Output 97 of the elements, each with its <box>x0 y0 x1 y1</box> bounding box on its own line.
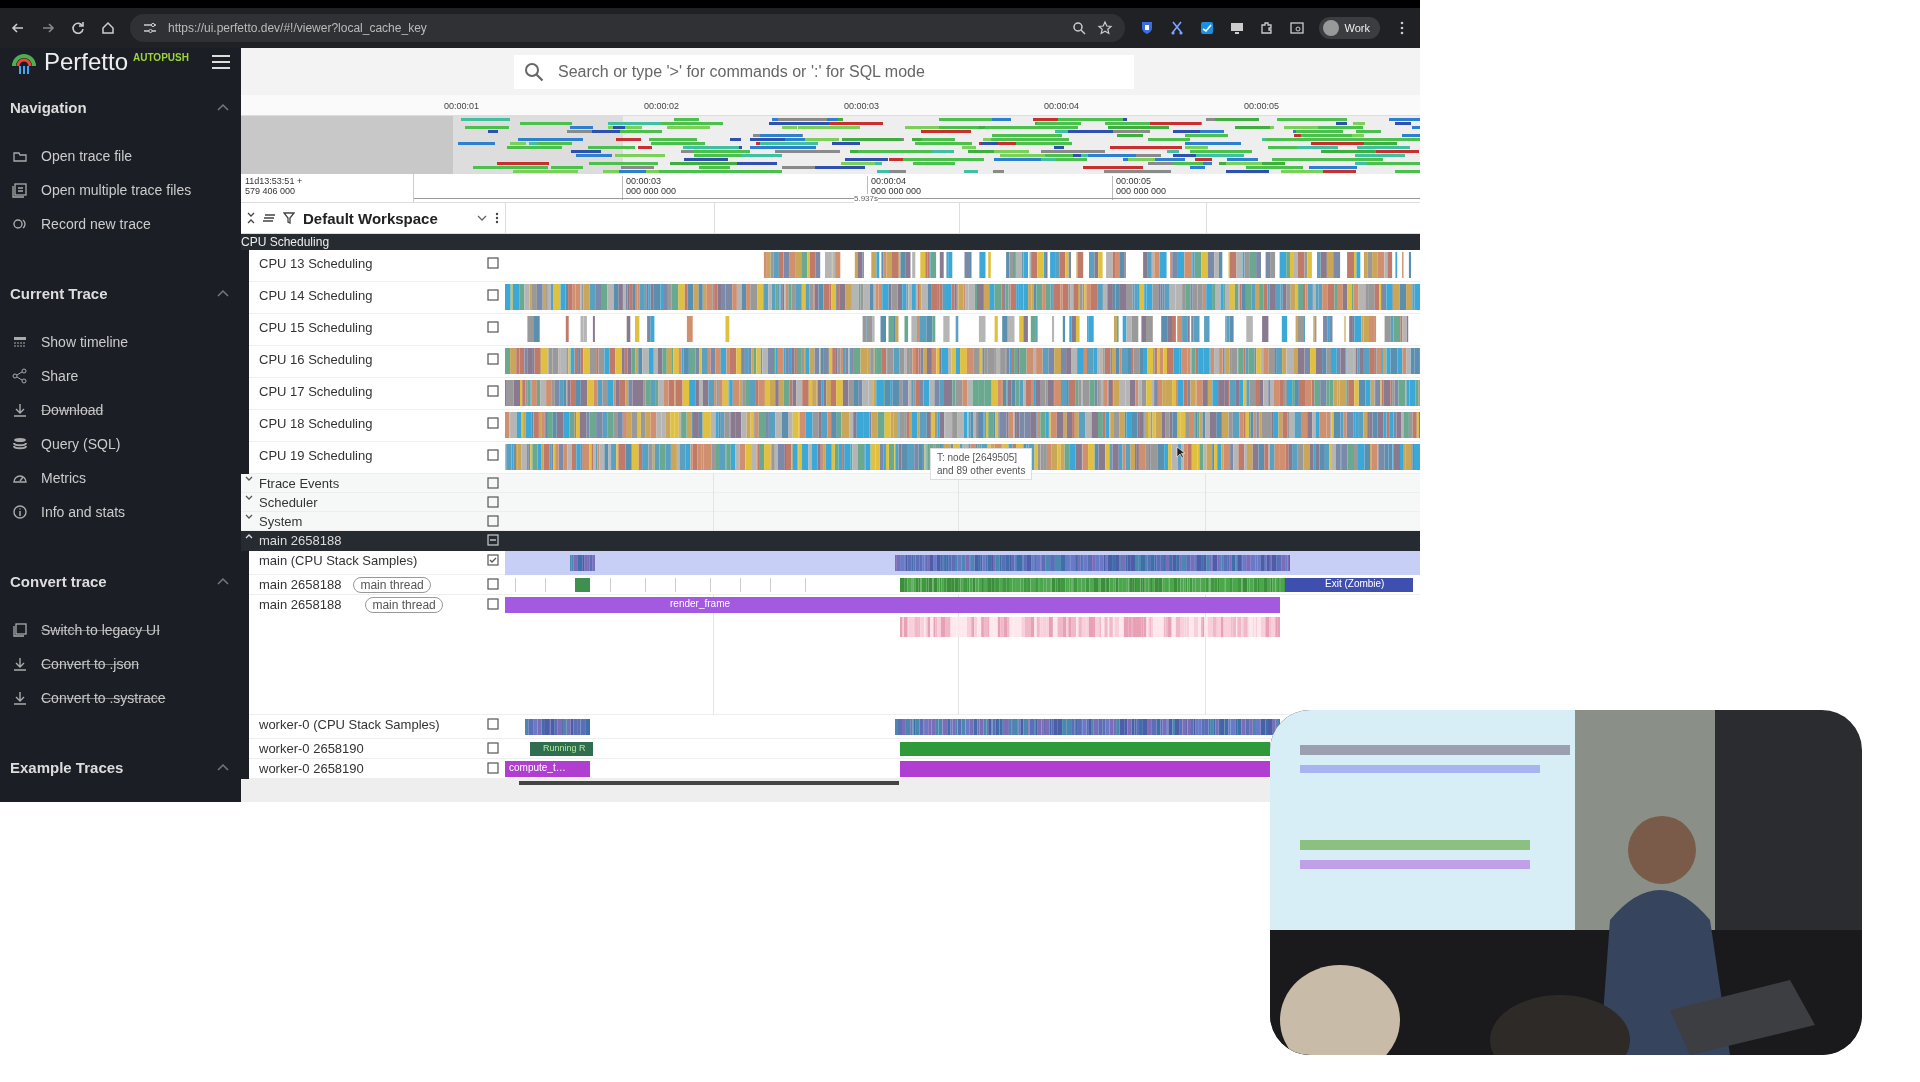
list-icon[interactable] <box>263 213 275 223</box>
sidebar-item[interactable]: Open trace file <box>0 139 241 173</box>
track-title: main 2658188 <box>259 597 342 612</box>
checkbox[interactable] <box>487 449 499 461</box>
slice-label: Running R <box>543 743 586 753</box>
span-label: 5.937s <box>854 194 879 203</box>
sidebar-item[interactable]: Open multiple trace files <box>0 173 241 207</box>
checkbox[interactable] <box>487 353 499 365</box>
checkbox[interactable] <box>487 515 499 527</box>
time-origin: 11d13:53:51 + 579 406 000 <box>244 175 304 198</box>
track-title: CPU 19 Scheduling <box>259 448 373 463</box>
overview-tick-label: 00:00:04 <box>1044 101 1080 111</box>
scrollbar-thumb[interactable] <box>519 781 899 785</box>
checkbox[interactable] <box>487 321 499 333</box>
filter-icon[interactable] <box>283 212 295 224</box>
checkbox[interactable] <box>487 762 499 774</box>
track-title: worker-0 2658190 <box>259 741 364 756</box>
section-header[interactable]: Example Traces <box>0 752 241 782</box>
checkbox[interactable] <box>487 554 499 566</box>
track-title: CPU 16 Scheduling <box>259 352 373 367</box>
dropdown-icon[interactable] <box>477 215 487 221</box>
share-icon <box>12 368 28 384</box>
track-title: worker-0 2658190 <box>259 761 364 776</box>
record-icon <box>12 216 28 232</box>
avatar-icon <box>1322 20 1339 36</box>
tooltip: T: node [2649505] and 89 other events <box>930 448 1033 480</box>
workspace-selector[interactable]: Default Workspace <box>303 209 438 227</box>
sidebar-item[interactable]: Query (SQL) <box>0 427 241 461</box>
search-icon <box>524 61 544 82</box>
track-title: CPU 15 Scheduling <box>259 320 373 335</box>
checkbox[interactable] <box>487 257 499 269</box>
slice-label: compute_t… <box>509 762 566 773</box>
sidebar-item[interactable]: Info and stats <box>0 495 241 529</box>
section-header[interactable]: Convert trace <box>0 566 241 596</box>
home-icon[interactable] <box>100 20 116 36</box>
tab-search-icon[interactable] <box>1288 20 1305 36</box>
section-header[interactable]: Current Trace <box>0 278 241 308</box>
sidebar-item[interactable]: Show timeline <box>0 325 241 359</box>
database-icon <box>12 436 28 452</box>
app-name: Perfetto <box>44 48 129 76</box>
monitor-icon[interactable] <box>1228 20 1245 36</box>
overview-drawing[interactable] <box>241 116 1420 174</box>
checkbox[interactable] <box>487 742 499 754</box>
files-icon <box>12 182 28 198</box>
star-icon[interactable] <box>1096 20 1113 36</box>
checkbox[interactable] <box>487 477 499 489</box>
search-field[interactable]: Search or type '>' for commands or ':' for SQL mode <box>514 54 1134 89</box>
more-icon[interactable] <box>495 212 499 224</box>
puzzle-icon[interactable] <box>1258 20 1275 36</box>
checkmark-app-icon[interactable] <box>1198 20 1215 36</box>
track-title: CPU 14 Scheduling <box>259 288 373 303</box>
chevron-icon[interactable] <box>245 514 253 520</box>
chevron-icon[interactable] <box>245 476 253 482</box>
address-bar[interactable]: https://ui.perfetto.dev/#!/viewer?local_cache_key <box>130 14 1125 42</box>
download-icon <box>12 690 28 706</box>
slice-label: render_frame <box>670 598 731 609</box>
section-header[interactable]: Navigation <box>0 92 241 122</box>
sidebar-item[interactable]: Metrics <box>0 461 241 495</box>
track-title: CPU 13 Scheduling <box>259 256 373 271</box>
chevron-icon[interactable] <box>245 495 253 501</box>
menu-icon[interactable] <box>211 54 231 70</box>
download-icon <box>12 656 28 672</box>
profile-button[interactable]: Work <box>1318 17 1380 39</box>
zoom-icon[interactable] <box>1070 20 1087 36</box>
slice-label: Exit (Zombie) <box>1325 578 1385 589</box>
checkbox[interactable] <box>487 289 499 301</box>
track-title: main (CPU Stack Samples) <box>259 553 418 568</box>
track-title: CPU 17 Scheduling <box>259 384 373 399</box>
timeline-icon <box>12 334 28 350</box>
sidebar-item[interactable]: Record new trace <box>0 207 241 241</box>
checkbox[interactable] <box>487 385 499 397</box>
reload-icon[interactable] <box>70 20 86 36</box>
collapse-icon[interactable] <box>247 212 255 224</box>
track-title: CPU 18 Scheduling <box>259 416 373 431</box>
download-icon <box>12 402 28 418</box>
checkbox[interactable] <box>487 718 499 730</box>
info-icon <box>12 504 28 520</box>
track-title: worker-0 (CPU Stack Samples) <box>259 717 440 732</box>
track-group-header[interactable]: CPU Scheduling <box>241 234 1420 250</box>
sidebar-item[interactable]: Share <box>0 359 241 393</box>
checkbox[interactable] <box>487 578 499 590</box>
channel-label: AUTOPUSH <box>133 52 189 63</box>
overview-tick-label: 00:00:05 <box>1244 101 1280 111</box>
checkbox[interactable] <box>487 598 499 610</box>
track-title: main 2658188 <box>259 533 342 548</box>
window-icon <box>12 622 28 638</box>
site-settings-icon[interactable] <box>142 20 158 36</box>
track-title: System <box>259 514 303 529</box>
checkbox[interactable] <box>487 496 499 508</box>
overview-tick-label: 00:00:03 <box>844 101 880 111</box>
track-title: Ftrace Events <box>259 476 340 491</box>
checkbox[interactable] <box>487 417 499 429</box>
track-title: Scheduler <box>259 495 318 510</box>
overview-tick-label: 00:00:02 <box>644 101 680 111</box>
track-title: main 2658188 <box>259 577 342 592</box>
overview-tick-label: 00:00:01 <box>444 101 480 111</box>
cursor-icon <box>1176 446 1185 459</box>
